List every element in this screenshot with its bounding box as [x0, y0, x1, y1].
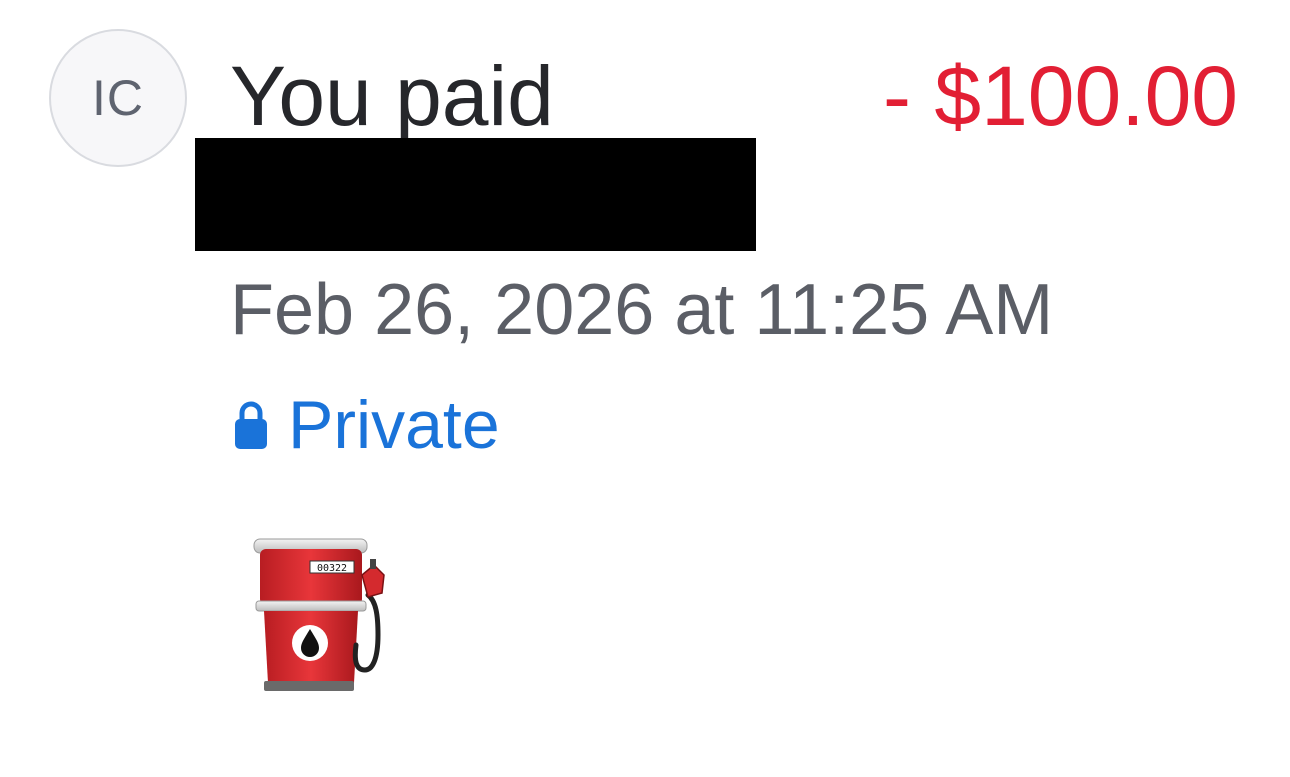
redaction-bar [195, 138, 756, 251]
avatar-initials: IC [92, 70, 144, 126]
fuel-pump-icon: 00322 [253, 538, 385, 691]
transaction-amount: - $100.00 [883, 49, 1238, 143]
lock-icon [235, 401, 267, 449]
transaction-headline: You paid [230, 49, 554, 143]
avatar[interactable]: IC [49, 29, 187, 167]
privacy-setting[interactable]: Private [234, 385, 500, 465]
pump-counter: 00322 [317, 563, 347, 574]
privacy-label: Private [288, 387, 500, 463]
transaction-datetime: Feb 26, 2026 at 11:25 AM [230, 270, 1054, 350]
